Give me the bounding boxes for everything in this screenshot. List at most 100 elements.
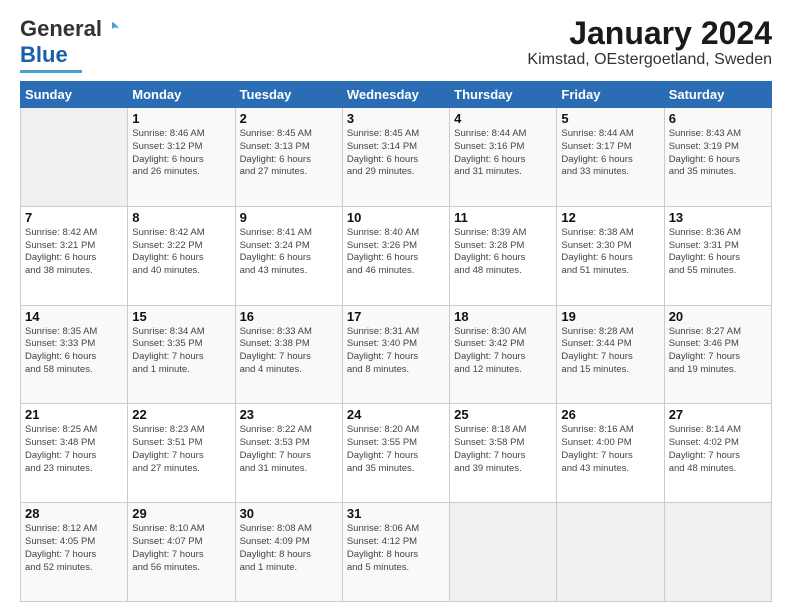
day-info: Sunrise: 8:20 AMSunset: 3:55 PMDaylight:… [347,424,445,475]
calendar-cell: 7 Sunrise: 8:42 AMSunset: 3:21 PMDaylight… [21,206,128,305]
calendar-cell: 15 Sunrise: 8:34 AMSunset: 3:35 PMDayligh… [128,305,235,404]
day-number: 8 [132,210,230,225]
calendar-cell: 11Sunrise: 8:39 AMSunset: 3:28 PMDayligh… [450,206,557,305]
day-number: 10 [347,210,445,225]
day-number: 21 [25,407,123,422]
day-info: Sunrise: 8:12 AMSunset: 4:05 PMDaylight:… [25,523,123,574]
calendar-cell: 21 Sunrise: 8:25 AMSunset: 3:48 PMDayligh… [21,404,128,503]
page-title: January 2024 [527,16,772,51]
calendar-table: SundayMondayTuesdayWednesdayThursdayFrid… [20,81,772,602]
day-number: 25 [454,407,552,422]
calendar-cell: 24 Sunrise: 8:20 AMSunset: 3:55 PMDayligh… [342,404,449,503]
calendar-day-header: Friday [557,82,664,108]
day-info: Sunrise: 8:44 AMSunset: 3:16 PMDaylight:… [454,128,552,179]
day-number: 22 [132,407,230,422]
day-info: Sunrise: 8:43 AMSunset: 3:19 PMDaylight:… [669,128,767,179]
day-info: Sunrise: 8:16 AMSunset: 4:00 PMDaylight:… [561,424,659,475]
day-number: 26 [561,407,659,422]
day-number: 28 [25,506,123,521]
logo-blue: Blue [20,42,68,68]
calendar-cell: 1 Sunrise: 8:46 AMSunset: 3:12 PMDaylight… [128,108,235,207]
day-number: 11 [454,210,552,225]
day-info: Sunrise: 8:38 AMSunset: 3:30 PMDaylight:… [561,227,659,278]
day-info: Sunrise: 8:08 AMSunset: 4:09 PMDaylight:… [240,523,338,574]
day-number: 29 [132,506,230,521]
day-info: Sunrise: 8:22 AMSunset: 3:53 PMDaylight:… [240,424,338,475]
day-number: 30 [240,506,338,521]
calendar-cell: 14 Sunrise: 8:35 AMSunset: 3:33 PMDayligh… [21,305,128,404]
day-info: Sunrise: 8:30 AMSunset: 3:42 PMDaylight:… [454,326,552,377]
calendar-cell: 6 Sunrise: 8:43 AMSunset: 3:19 PMDaylight… [664,108,771,207]
day-info: Sunrise: 8:28 AMSunset: 3:44 PMDaylight:… [561,326,659,377]
day-info: Sunrise: 8:25 AMSunset: 3:48 PMDaylight:… [25,424,123,475]
calendar-cell: 26 Sunrise: 8:16 AMSunset: 4:00 PMDayligh… [557,404,664,503]
calendar-cell [664,503,771,602]
calendar-day-header: Wednesday [342,82,449,108]
calendar-day-header: Saturday [664,82,771,108]
day-info: Sunrise: 8:10 AMSunset: 4:07 PMDaylight:… [132,523,230,574]
calendar-cell: 19 Sunrise: 8:28 AMSunset: 3:44 PMDayligh… [557,305,664,404]
day-number: 2 [240,111,338,126]
day-info: Sunrise: 8:46 AMSunset: 3:12 PMDaylight:… [132,128,230,179]
calendar-cell: 22 Sunrise: 8:23 AMSunset: 3:51 PMDayligh… [128,404,235,503]
day-info: Sunrise: 8:41 AMSunset: 3:24 PMDaylight:… [240,227,338,278]
day-number: 12 [561,210,659,225]
calendar-cell [21,108,128,207]
calendar-cell: 3 Sunrise: 8:45 AMSunset: 3:14 PMDaylight… [342,108,449,207]
calendar-day-header: Monday [128,82,235,108]
calendar-cell: 31Sunrise: 8:06 AMSunset: 4:12 PMDayligh… [342,503,449,602]
day-info: Sunrise: 8:36 AMSunset: 3:31 PMDaylight:… [669,227,767,278]
day-number: 16 [240,309,338,324]
day-number: 19 [561,309,659,324]
calendar-cell: 10 Sunrise: 8:40 AMSunset: 3:26 PMDayligh… [342,206,449,305]
calendar-cell: 17Sunrise: 8:31 AMSunset: 3:40 PMDayligh… [342,305,449,404]
logo-general: General [20,16,102,42]
calendar-cell: 13Sunrise: 8:36 AMSunset: 3:31 PMDayligh… [664,206,771,305]
calendar-week-row: 7 Sunrise: 8:42 AMSunset: 3:21 PMDaylight… [21,206,772,305]
calendar-day-header: Tuesday [235,82,342,108]
day-info: Sunrise: 8:18 AMSunset: 3:58 PMDaylight:… [454,424,552,475]
day-number: 5 [561,111,659,126]
day-number: 3 [347,111,445,126]
calendar-cell: 29 Sunrise: 8:10 AMSunset: 4:07 PMDayligh… [128,503,235,602]
day-number: 6 [669,111,767,126]
logo-bird-icon [103,20,121,38]
calendar-week-row: 28 Sunrise: 8:12 AMSunset: 4:05 PMDayligh… [21,503,772,602]
day-info: Sunrise: 8:42 AMSunset: 3:22 PMDaylight:… [132,227,230,278]
calendar-day-header: Thursday [450,82,557,108]
day-info: Sunrise: 8:14 AMSunset: 4:02 PMDaylight:… [669,424,767,475]
calendar-cell: 30 Sunrise: 8:08 AMSunset: 4:09 PMDayligh… [235,503,342,602]
day-info: Sunrise: 8:31 AMSunset: 3:40 PMDaylight:… [347,326,445,377]
calendar-cell: 4 Sunrise: 8:44 AMSunset: 3:16 PMDaylight… [450,108,557,207]
day-number: 1 [132,111,230,126]
calendar-cell: 16 Sunrise: 8:33 AMSunset: 3:38 PMDayligh… [235,305,342,404]
calendar-cell: 20Sunrise: 8:27 AMSunset: 3:46 PMDayligh… [664,305,771,404]
day-number: 31 [347,506,445,521]
day-number: 24 [347,407,445,422]
day-info: Sunrise: 8:45 AMSunset: 3:14 PMDaylight:… [347,128,445,179]
day-info: Sunrise: 8:40 AMSunset: 3:26 PMDaylight:… [347,227,445,278]
calendar-cell: 25 Sunrise: 8:18 AMSunset: 3:58 PMDayligh… [450,404,557,503]
day-number: 18 [454,309,552,324]
calendar-header-row: SundayMondayTuesdayWednesdayThursdayFrid… [21,82,772,108]
day-number: 9 [240,210,338,225]
day-info: Sunrise: 8:33 AMSunset: 3:38 PMDaylight:… [240,326,338,377]
calendar-cell: 18 Sunrise: 8:30 AMSunset: 3:42 PMDayligh… [450,305,557,404]
calendar-cell [557,503,664,602]
day-info: Sunrise: 8:35 AMSunset: 3:33 PMDaylight:… [25,326,123,377]
day-number: 4 [454,111,552,126]
day-info: Sunrise: 8:23 AMSunset: 3:51 PMDaylight:… [132,424,230,475]
day-number: 15 [132,309,230,324]
day-info: Sunrise: 8:42 AMSunset: 3:21 PMDaylight:… [25,227,123,278]
day-info: Sunrise: 8:45 AMSunset: 3:13 PMDaylight:… [240,128,338,179]
day-number: 14 [25,309,123,324]
calendar-week-row: 14 Sunrise: 8:35 AMSunset: 3:33 PMDayligh… [21,305,772,404]
day-info: Sunrise: 8:34 AMSunset: 3:35 PMDaylight:… [132,326,230,377]
day-number: 7 [25,210,123,225]
calendar-cell: 23Sunrise: 8:22 AMSunset: 3:53 PMDayligh… [235,404,342,503]
calendar-cell: 8 Sunrise: 8:42 AMSunset: 3:22 PMDaylight… [128,206,235,305]
logo-underline [20,70,82,73]
calendar-day-header: Sunday [21,82,128,108]
day-number: 20 [669,309,767,324]
day-number: 27 [669,407,767,422]
